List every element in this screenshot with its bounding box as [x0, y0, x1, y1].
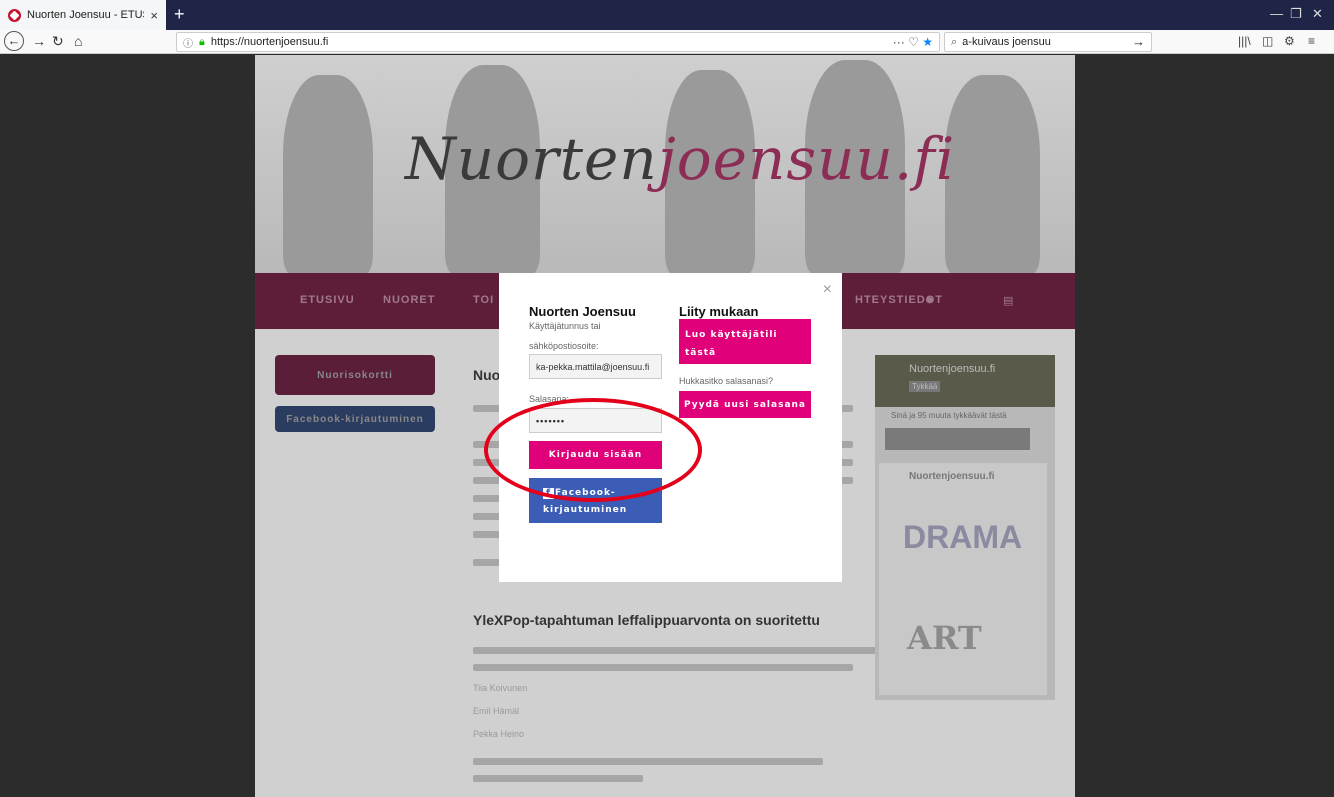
fb-like-button[interactable]: Tykkää [909, 381, 941, 392]
join-title: Liity mukaan [679, 304, 759, 319]
fb-feed[interactable]: Nuortenjoensuu.fi DRAMA ART [879, 463, 1047, 695]
winner-name: Pekka Heino [473, 729, 525, 739]
reset-password-button[interactable]: Pyydä uusi salasana [679, 391, 811, 418]
minimize-icon[interactable]: — [1270, 6, 1283, 21]
browser-tab-bar: Nuorten Joensuu - ETUSIVU × + — ❐ ✕ [0, 0, 1334, 30]
settings-icon[interactable]: ✹ [925, 294, 935, 307]
info-icon[interactable]: ⓘ [183, 35, 193, 50]
username-label: Käyttäjätunnus tai [529, 321, 601, 331]
restore-icon[interactable]: ❐ [1290, 6, 1302, 22]
username-input[interactable] [529, 354, 662, 379]
browser-nav-bar: ← → ↻ ⌂ ⓘ 🔒︎ https://nuortenjoensuu.fi ·… [0, 30, 1334, 54]
winner-name: Emil Hämäl [473, 706, 520, 716]
site-favicon-icon [8, 8, 21, 22]
tab-title: Nuorten Joensuu - ETUSIVU [27, 9, 144, 21]
site-header: Nuortenjoensuu.fi [255, 55, 1075, 273]
forgot-password-text: Hukkasitko salasanasi? [679, 376, 774, 386]
facebook-login-side-button[interactable]: Facebook-kirjautuminen [275, 406, 435, 432]
home-icon[interactable]: ⌂ [74, 33, 82, 49]
lock-icon[interactable]: 🔒︎ [199, 36, 205, 49]
bookmark-star-icon[interactable]: ★ [922, 35, 933, 49]
back-icon[interactable]: ← [4, 31, 24, 51]
fb-friend-thumbnails [885, 428, 1030, 450]
annotation-circle [484, 398, 702, 502]
search-go-icon[interactable]: → [1132, 34, 1145, 49]
page-actions-icon[interactable]: ··· ♡ [893, 35, 919, 49]
modal-title: Nuorten Joensuu [529, 304, 636, 319]
create-account-button[interactable]: Luo käyttäjätili tästä [679, 319, 811, 364]
menu-item-toiminta[interactable]: TOI [473, 294, 494, 306]
id-card-icon[interactable]: ▤ [1003, 294, 1014, 307]
library-icon[interactable]: |||\ [1238, 34, 1251, 48]
url-text[interactable]: https://nuortenjoensuu.fi [211, 36, 328, 48]
username-label-line2: sähköpostiosoite: [529, 341, 599, 351]
window-close-icon[interactable]: ✕ [1312, 6, 1323, 22]
menu-item-nuoret[interactable]: NUORET [383, 294, 435, 306]
article-text [473, 664, 853, 671]
url-bar[interactable]: ⓘ 🔒︎ https://nuortenjoensuu.fi ··· ♡ ★ [176, 32, 940, 52]
winner-name: Tiia Koivunen [473, 683, 528, 693]
header-photo [283, 75, 373, 273]
search-icon: ⌕ [951, 35, 958, 48]
article-text [473, 647, 878, 654]
extension-icon[interactable]: ⚙ [1284, 34, 1295, 48]
article-title[interactable]: YleXPop-tapahtuman leffalippuarvonta on … [473, 612, 820, 628]
new-tab-button[interactable]: + [174, 4, 185, 25]
article-text [473, 758, 823, 765]
sidebar-icon[interactable]: ◫ [1262, 34, 1273, 48]
menu-item-etusivu[interactable]: ETUSIVU [300, 294, 355, 306]
menu-icon[interactable]: ≡ [1308, 34, 1315, 48]
search-bar[interactable]: ⌕ a-kuivaus joensuu → [944, 32, 1152, 52]
forward-icon[interactable]: → [32, 33, 46, 49]
drama-poster-text: DRAMA [903, 519, 1023, 555]
browser-tab[interactable]: Nuorten Joensuu - ETUSIVU × [0, 0, 166, 30]
tab-close-icon[interactable]: × [150, 8, 158, 23]
fb-friends-text: Sinä ja 95 muuta tykkäävät tästä [891, 411, 1007, 420]
header-photo [945, 75, 1040, 273]
modal-close-icon[interactable]: × [823, 281, 832, 299]
reload-icon[interactable]: ↻ [52, 33, 64, 50]
fb-feed-page-name[interactable]: Nuortenjoensuu.fi [909, 471, 995, 482]
article-text [473, 775, 643, 782]
fb-page-banner[interactable]: Nuortenjoensuu.fi Tykkää [875, 355, 1055, 407]
search-input[interactable]: a-kuivaus joensuu [962, 36, 1051, 48]
facebook-widget[interactable]: Nuortenjoensuu.fi Tykkää Sinä ja 95 muut… [875, 355, 1055, 700]
art-poster-text: ART [907, 619, 982, 657]
site-logo[interactable]: Nuortenjoensuu.fi [405, 125, 955, 193]
nuorisokortti-button[interactable]: Nuorisokortti [275, 355, 435, 395]
